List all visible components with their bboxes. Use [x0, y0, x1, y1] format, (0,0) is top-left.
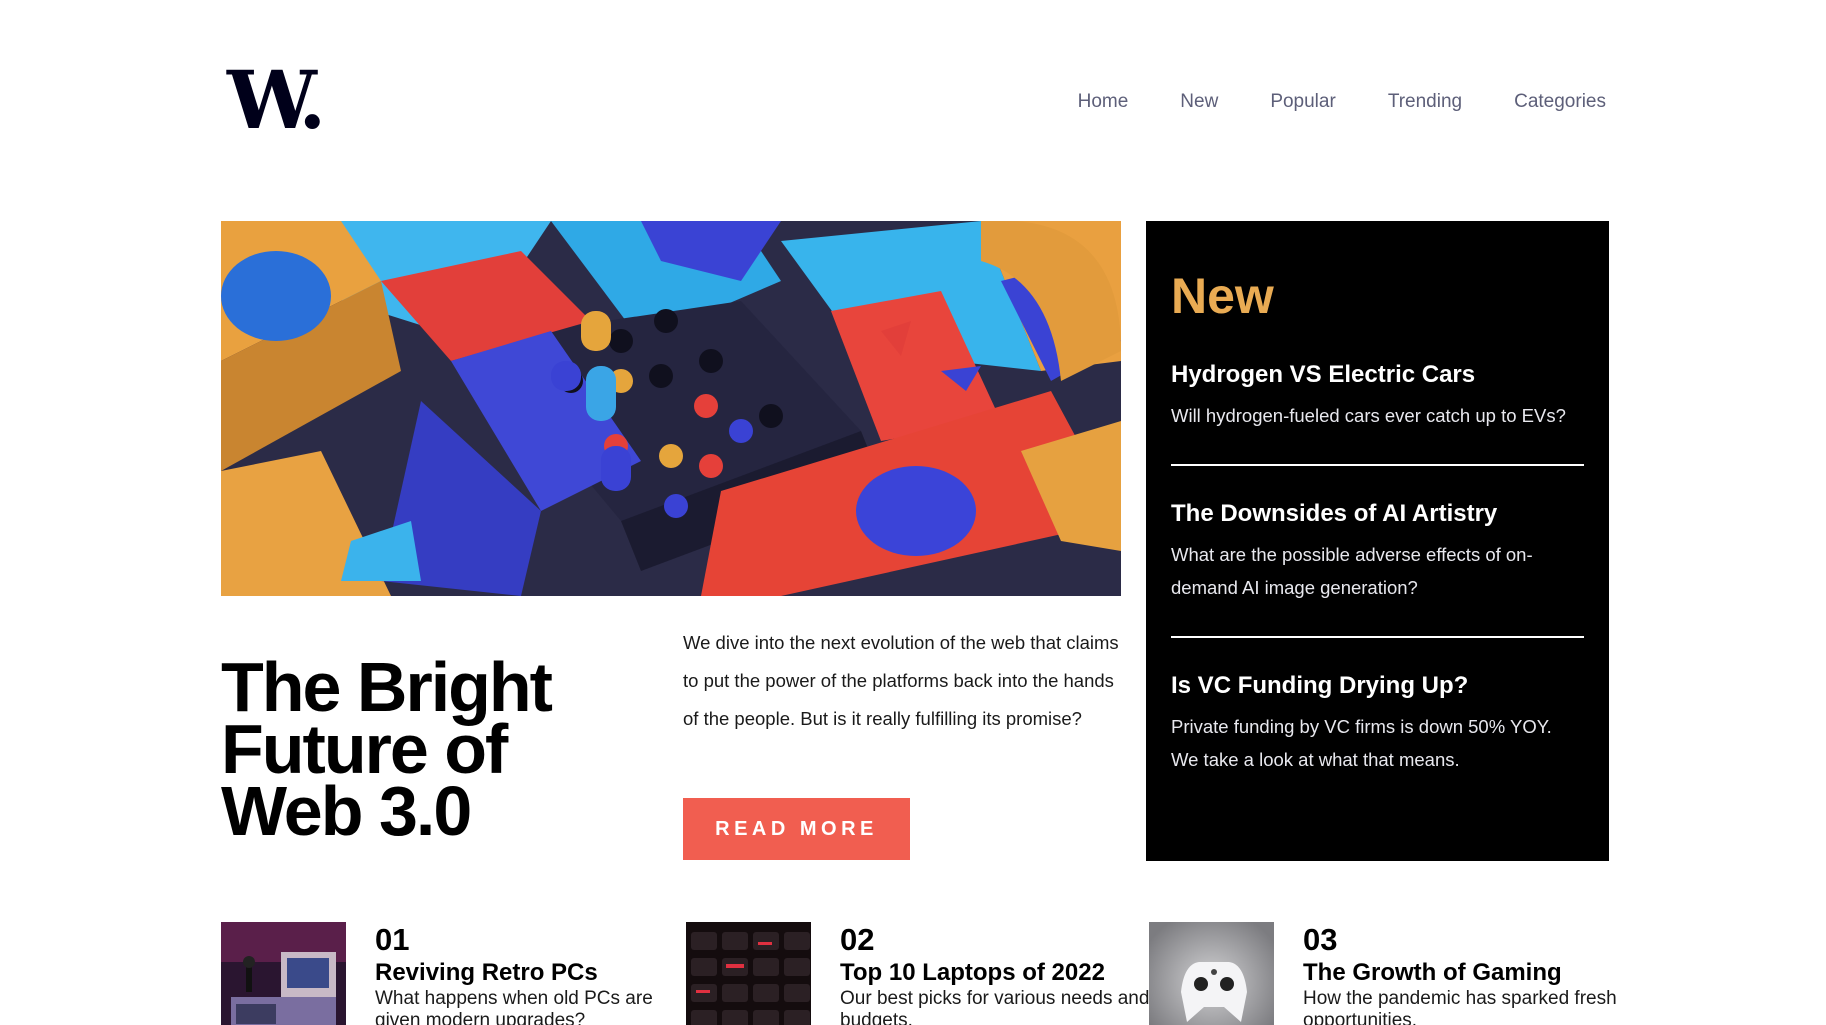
new-articles-panel: New Hydrogen VS Electric Cars Will hydro… — [1146, 221, 1609, 861]
main-nav: Home New Popular Trending Categories — [1078, 88, 1606, 116]
new-article-title[interactable]: Is VC Funding Drying Up? — [1171, 670, 1584, 702]
new-article-title[interactable]: Hydrogen VS Electric Cars — [1171, 359, 1584, 391]
hero-title: The Bright Future of Web 3.0 — [221, 648, 553, 850]
retro-pc-thumbnail[interactable] — [221, 922, 346, 1025]
article-title[interactable]: The Growth of Gaming — [1303, 958, 1623, 988]
site-logo[interactable]: W. — [227, 53, 326, 147]
new-article-item[interactable]: Is VC Funding Drying Up? Private funding… — [1171, 670, 1584, 808]
game-controller-thumbnail[interactable] — [1149, 922, 1274, 1025]
article-card[interactable]: 02 Top 10 Laptops of 2022 Our best picks… — [686, 922, 1160, 1025]
article-card-body: 01 Reviving Retro PCs What happens when … — [375, 922, 695, 1025]
new-article-item[interactable]: The Downsides of AI Artistry What are th… — [1171, 498, 1584, 638]
hero-description: We dive into the next evolution of the w… — [683, 632, 1119, 729]
nav-home[interactable]: Home — [1078, 88, 1129, 116]
article-title[interactable]: Top 10 Laptops of 2022 — [840, 958, 1160, 988]
article-number: 02 — [840, 922, 875, 957]
nav-categories[interactable]: Categories — [1514, 88, 1606, 116]
article-card-body: 02 Top 10 Laptops of 2022 Our best picks… — [840, 922, 1160, 1025]
article-number: 01 — [375, 922, 410, 957]
hero-image — [221, 221, 1121, 596]
new-article-item[interactable]: Hydrogen VS Electric Cars Will hydrogen-… — [1171, 359, 1584, 466]
article-card[interactable]: 01 Reviving Retro PCs What happens when … — [221, 922, 695, 1025]
article-card[interactable]: 03 The Growth of Gaming How the pandemic… — [1149, 922, 1623, 1025]
article-card-body: 03 The Growth of Gaming How the pandemic… — [1303, 922, 1623, 1025]
nav-new[interactable]: New — [1180, 88, 1218, 116]
new-article-summary: What are the possible adverse effects of… — [1171, 544, 1533, 598]
article-summary: What happens when old PCs are given mode… — [375, 988, 653, 1025]
article-summary: Our best picks for various needs and bud… — [840, 988, 1150, 1025]
nav-trending[interactable]: Trending — [1388, 88, 1462, 116]
new-panel-heading: New — [1171, 268, 1274, 324]
nav-popular[interactable]: Popular — [1270, 88, 1336, 116]
new-article-summary: Private funding by VC firms is down 50% … — [1171, 716, 1552, 770]
read-more-button[interactable]: READ MORE — [683, 798, 910, 860]
laptop-keyboard-thumbnail[interactable] — [686, 922, 811, 1025]
article-number: 03 — [1303, 922, 1338, 957]
new-article-summary: Will hydrogen-fueled cars ever catch up … — [1171, 405, 1566, 426]
article-summary: How the pandemic has sparked fresh oppor… — [1303, 988, 1617, 1025]
logo-text: W. — [227, 53, 326, 147]
new-article-title[interactable]: The Downsides of AI Artistry — [1171, 498, 1584, 530]
article-title[interactable]: Reviving Retro PCs — [375, 958, 695, 988]
